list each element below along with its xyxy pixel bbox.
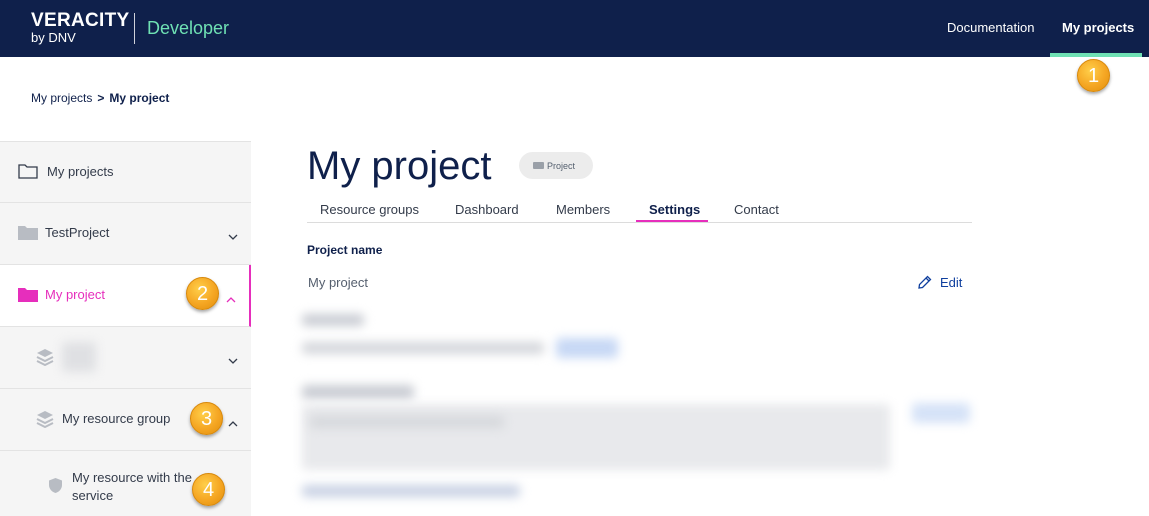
- tab-members[interactable]: Members: [556, 202, 610, 217]
- active-tab-indicator: [636, 220, 708, 222]
- chevron-up-icon[interactable]: [228, 414, 238, 427]
- tab-contact[interactable]: Contact: [734, 202, 779, 217]
- brand-name: VERACITY: [31, 10, 130, 31]
- nav-documentation-link[interactable]: Documentation: [947, 20, 1034, 35]
- sidebar-item-label: My resource with the service: [72, 470, 192, 503]
- chevron-down-icon[interactable]: [228, 228, 238, 240]
- sidebar-item-my-projects[interactable]: My projects: [0, 142, 251, 203]
- product-name[interactable]: Developer: [147, 18, 229, 39]
- tab-resource-groups[interactable]: Resource groups: [320, 202, 419, 217]
- chevron-down-icon[interactable]: [228, 352, 238, 364]
- folder-icon: [18, 287, 38, 307]
- project-name-value: My project: [308, 275, 368, 290]
- sidebar-item-label: My projects: [47, 164, 114, 179]
- shield-icon: [48, 477, 63, 499]
- breadcrumb-separator: >: [97, 91, 105, 105]
- brand-subtitle: by DNV: [31, 30, 76, 45]
- badge-label: Project: [547, 161, 576, 171]
- breadcrumb-current: My project: [109, 91, 170, 105]
- layers-icon: [36, 410, 54, 433]
- project-name-label: Project name: [307, 243, 383, 257]
- breadcrumb-my-projects[interactable]: My projects: [31, 91, 92, 105]
- callout-badge-3: 3: [190, 402, 223, 435]
- redacted-label: [62, 342, 96, 372]
- breadcrumb: My projects > My project: [31, 91, 169, 105]
- tab-settings[interactable]: Settings: [649, 202, 700, 217]
- folder-icon: [18, 225, 38, 245]
- sidebar-item-testproject[interactable]: TestProject: [0, 203, 251, 265]
- sidebar-item-label: My resource group: [62, 411, 171, 426]
- layers-icon: [36, 348, 54, 371]
- page-title: My project: [307, 144, 492, 188]
- tab-dashboard[interactable]: Dashboard: [455, 202, 519, 217]
- edit-label: Edit: [940, 275, 963, 290]
- sidebar-item-resource-group-redacted[interactable]: [0, 327, 251, 389]
- sidebar-item-label: TestProject: [45, 225, 110, 240]
- brand-divider: [134, 13, 135, 44]
- callout-badge-1: 1: [1077, 59, 1110, 92]
- sidebar: My projects TestProject My project My re…: [0, 141, 251, 516]
- callout-badge-4: 4: [192, 473, 225, 506]
- project-type-badge: Project: [519, 152, 593, 179]
- veracity-logo[interactable]: VERACITY by DNV: [31, 11, 129, 44]
- sidebar-item-label: My project: [45, 287, 105, 302]
- chevron-up-icon[interactable]: [226, 290, 236, 303]
- folder-icon: [533, 162, 544, 169]
- folder-outline-icon: [18, 163, 38, 184]
- nav-my-projects-link[interactable]: My projects: [1062, 20, 1134, 35]
- nav-active-indicator: [1050, 53, 1142, 57]
- callout-badge-2: 2: [186, 277, 219, 310]
- pencil-icon: [918, 275, 932, 289]
- top-navigation-bar: VERACITY by DNV Developer Documentation …: [0, 0, 1149, 57]
